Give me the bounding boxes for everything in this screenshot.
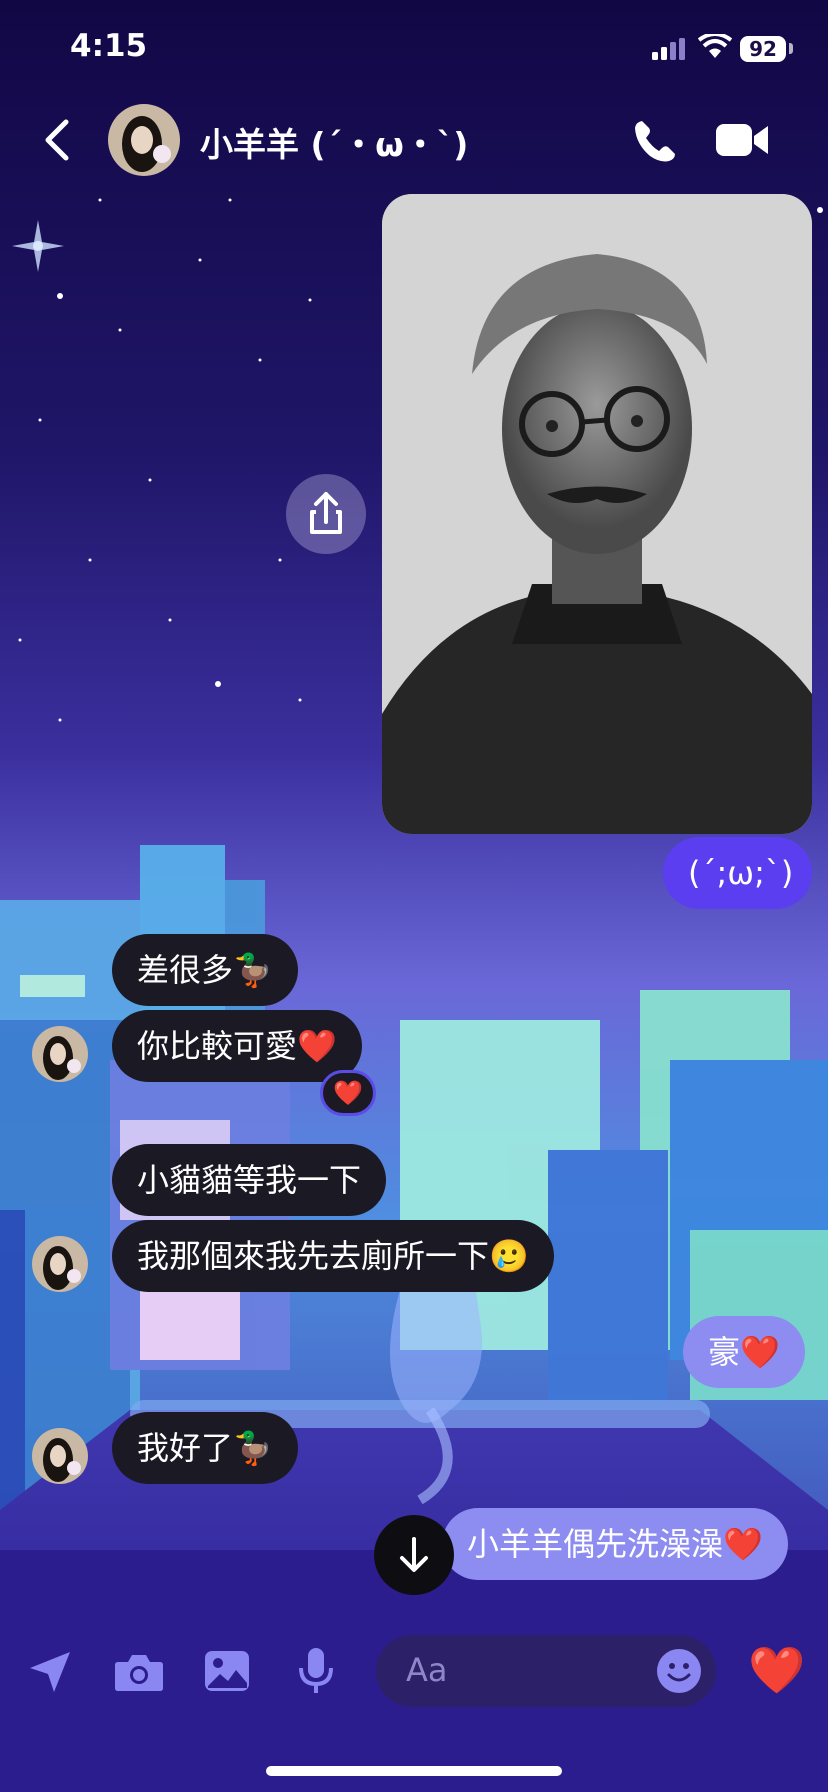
scroll-to-bottom-button[interactable] xyxy=(374,1515,454,1595)
share-button[interactable] xyxy=(286,474,366,554)
wifi-icon xyxy=(698,34,732,58)
mic-icon[interactable] xyxy=(296,1646,336,1696)
battery-indicator: 92 xyxy=(740,36,786,62)
outgoing-message[interactable]: 豪❤️ xyxy=(683,1316,805,1388)
gallery-icon[interactable] xyxy=(204,1650,250,1692)
location-icon[interactable] xyxy=(26,1648,74,1696)
incoming-message[interactable]: 我那個來我先去廁所一下🥲 xyxy=(112,1220,554,1292)
contact-avatar[interactable] xyxy=(108,104,180,176)
phone-icon[interactable] xyxy=(632,118,678,164)
incoming-message[interactable]: 小貓貓等我一下 xyxy=(112,1144,387,1216)
sender-avatar xyxy=(32,1428,88,1484)
sender-avatar xyxy=(32,1026,88,1082)
outgoing-message[interactable]: (´;ω;`) xyxy=(663,837,812,909)
battery-tip xyxy=(789,43,793,54)
home-indicator xyxy=(266,1766,562,1776)
incoming-message[interactable]: 你比較可愛❤️ xyxy=(112,1010,362,1082)
heart-reaction[interactable]: ❤️ xyxy=(320,1070,376,1116)
cellular-signal-icon xyxy=(652,38,685,60)
video-icon[interactable] xyxy=(716,122,770,158)
like-button[interactable]: ❤️ xyxy=(748,1644,805,1696)
outgoing-message[interactable]: 小羊羊偶先洗澡澡❤️ xyxy=(442,1508,788,1580)
share-icon xyxy=(310,492,342,534)
photo-message[interactable] xyxy=(382,194,812,834)
arrow-down-icon xyxy=(400,1537,428,1572)
emoji-icon[interactable] xyxy=(656,1648,702,1694)
status-time: 4:15 xyxy=(70,28,148,64)
message-input-placeholder: Aa xyxy=(406,1651,448,1689)
incoming-message[interactable]: 我好了🦆 xyxy=(112,1412,298,1484)
back-icon[interactable] xyxy=(44,118,70,162)
camera-icon[interactable] xyxy=(114,1652,164,1692)
incoming-message[interactable]: 差很多🦆 xyxy=(112,934,298,1006)
sender-avatar xyxy=(32,1236,88,1292)
contact-name[interactable]: 小羊羊 (´・ω・`) xyxy=(200,118,468,166)
